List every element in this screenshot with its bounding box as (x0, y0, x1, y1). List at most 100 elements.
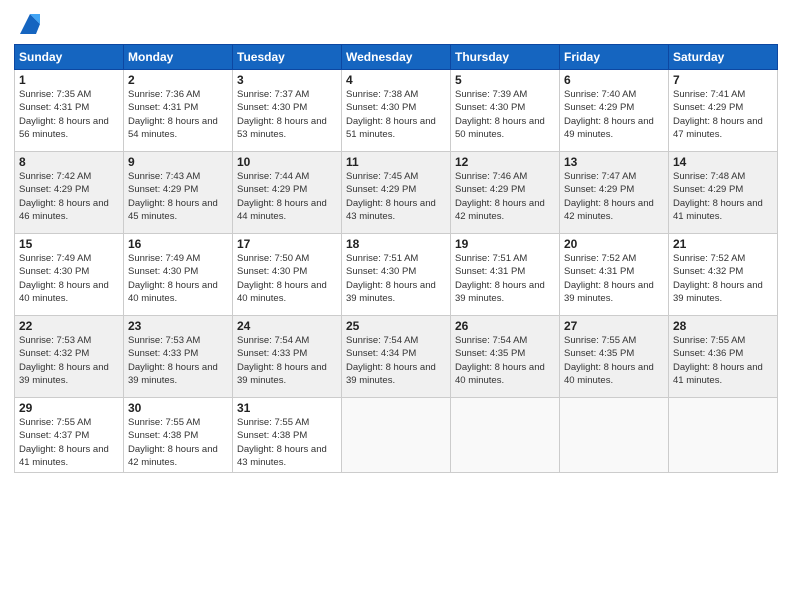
calendar-cell (560, 398, 669, 473)
sunset-label: Sunset: 4:31 PM (564, 266, 634, 277)
sunset-label: Sunset: 4:31 PM (455, 266, 525, 277)
day-info: Sunrise: 7:55 AM Sunset: 4:38 PM Dayligh… (128, 416, 228, 469)
calendar-cell: 17 Sunrise: 7:50 AM Sunset: 4:30 PM Dayl… (233, 234, 342, 316)
daylight-label: Daylight: 8 hours and 49 minutes. (564, 116, 654, 140)
sunrise-label: Sunrise: 7:45 AM (346, 171, 418, 182)
day-info: Sunrise: 7:37 AM Sunset: 4:30 PM Dayligh… (237, 88, 337, 141)
day-info: Sunrise: 7:35 AM Sunset: 4:31 PM Dayligh… (19, 88, 119, 141)
calendar-cell: 11 Sunrise: 7:45 AM Sunset: 4:29 PM Dayl… (342, 152, 451, 234)
day-info: Sunrise: 7:53 AM Sunset: 4:33 PM Dayligh… (128, 334, 228, 387)
daylight-label: Daylight: 8 hours and 53 minutes. (237, 116, 327, 140)
sunset-label: Sunset: 4:30 PM (346, 266, 416, 277)
sunrise-label: Sunrise: 7:55 AM (128, 417, 200, 428)
sunrise-label: Sunrise: 7:52 AM (564, 253, 636, 264)
calendar-cell: 16 Sunrise: 7:49 AM Sunset: 4:30 PM Dayl… (124, 234, 233, 316)
calendar-cell: 13 Sunrise: 7:47 AM Sunset: 4:29 PM Dayl… (560, 152, 669, 234)
calendar-cell: 22 Sunrise: 7:53 AM Sunset: 4:32 PM Dayl… (15, 316, 124, 398)
sunrise-label: Sunrise: 7:51 AM (455, 253, 527, 264)
day-info: Sunrise: 7:44 AM Sunset: 4:29 PM Dayligh… (237, 170, 337, 223)
sunrise-label: Sunrise: 7:41 AM (673, 89, 745, 100)
weekday-header: Monday (124, 45, 233, 70)
sunset-label: Sunset: 4:29 PM (564, 102, 634, 113)
day-info: Sunrise: 7:41 AM Sunset: 4:29 PM Dayligh… (673, 88, 773, 141)
sunset-label: Sunset: 4:29 PM (673, 184, 743, 195)
daylight-label: Daylight: 8 hours and 40 minutes. (19, 280, 109, 304)
calendar-cell: 5 Sunrise: 7:39 AM Sunset: 4:30 PM Dayli… (451, 70, 560, 152)
day-info: Sunrise: 7:43 AM Sunset: 4:29 PM Dayligh… (128, 170, 228, 223)
day-info: Sunrise: 7:51 AM Sunset: 4:30 PM Dayligh… (346, 252, 446, 305)
sunset-label: Sunset: 4:37 PM (19, 430, 89, 441)
daylight-label: Daylight: 8 hours and 43 minutes. (237, 444, 327, 468)
page: SundayMondayTuesdayWednesdayThursdayFrid… (0, 0, 792, 612)
day-info: Sunrise: 7:55 AM Sunset: 4:37 PM Dayligh… (19, 416, 119, 469)
calendar-header-row: SundayMondayTuesdayWednesdayThursdayFrid… (15, 45, 778, 70)
daylight-label: Daylight: 8 hours and 44 minutes. (237, 198, 327, 222)
sunrise-label: Sunrise: 7:42 AM (19, 171, 91, 182)
calendar-cell: 15 Sunrise: 7:49 AM Sunset: 4:30 PM Dayl… (15, 234, 124, 316)
sunset-label: Sunset: 4:38 PM (128, 430, 198, 441)
day-number: 19 (455, 237, 555, 251)
day-info: Sunrise: 7:38 AM Sunset: 4:30 PM Dayligh… (346, 88, 446, 141)
day-info: Sunrise: 7:51 AM Sunset: 4:31 PM Dayligh… (455, 252, 555, 305)
calendar-cell: 10 Sunrise: 7:44 AM Sunset: 4:29 PM Dayl… (233, 152, 342, 234)
sunrise-label: Sunrise: 7:49 AM (19, 253, 91, 264)
calendar-cell: 26 Sunrise: 7:54 AM Sunset: 4:35 PM Dayl… (451, 316, 560, 398)
sunrise-label: Sunrise: 7:36 AM (128, 89, 200, 100)
sunrise-label: Sunrise: 7:55 AM (19, 417, 91, 428)
daylight-label: Daylight: 8 hours and 42 minutes. (564, 198, 654, 222)
sunset-label: Sunset: 4:33 PM (237, 348, 307, 359)
daylight-label: Daylight: 8 hours and 50 minutes. (455, 116, 545, 140)
day-info: Sunrise: 7:39 AM Sunset: 4:30 PM Dayligh… (455, 88, 555, 141)
weekday-header: Tuesday (233, 45, 342, 70)
calendar-cell: 3 Sunrise: 7:37 AM Sunset: 4:30 PM Dayli… (233, 70, 342, 152)
weekday-header: Friday (560, 45, 669, 70)
day-number: 25 (346, 319, 446, 333)
sunset-label: Sunset: 4:38 PM (237, 430, 307, 441)
daylight-label: Daylight: 8 hours and 56 minutes. (19, 116, 109, 140)
sunset-label: Sunset: 4:30 PM (346, 102, 416, 113)
sunset-label: Sunset: 4:32 PM (19, 348, 89, 359)
day-info: Sunrise: 7:40 AM Sunset: 4:29 PM Dayligh… (564, 88, 664, 141)
daylight-label: Daylight: 8 hours and 39 minutes. (346, 280, 436, 304)
calendar-cell (451, 398, 560, 473)
day-number: 2 (128, 73, 228, 87)
sunset-label: Sunset: 4:29 PM (346, 184, 416, 195)
sunset-label: Sunset: 4:29 PM (564, 184, 634, 195)
sunrise-label: Sunrise: 7:39 AM (455, 89, 527, 100)
calendar-week-row: 8 Sunrise: 7:42 AM Sunset: 4:29 PM Dayli… (15, 152, 778, 234)
sunrise-label: Sunrise: 7:35 AM (19, 89, 91, 100)
day-number: 12 (455, 155, 555, 169)
calendar-week-row: 1 Sunrise: 7:35 AM Sunset: 4:31 PM Dayli… (15, 70, 778, 152)
sunrise-label: Sunrise: 7:37 AM (237, 89, 309, 100)
calendar-cell: 12 Sunrise: 7:46 AM Sunset: 4:29 PM Dayl… (451, 152, 560, 234)
sunset-label: Sunset: 4:29 PM (19, 184, 89, 195)
sunrise-label: Sunrise: 7:55 AM (564, 335, 636, 346)
daylight-label: Daylight: 8 hours and 39 minutes. (237, 362, 327, 386)
weekday-header: Sunday (15, 45, 124, 70)
day-number: 11 (346, 155, 446, 169)
calendar-cell: 9 Sunrise: 7:43 AM Sunset: 4:29 PM Dayli… (124, 152, 233, 234)
sunset-label: Sunset: 4:35 PM (564, 348, 634, 359)
sunrise-label: Sunrise: 7:54 AM (237, 335, 309, 346)
calendar-cell: 21 Sunrise: 7:52 AM Sunset: 4:32 PM Dayl… (669, 234, 778, 316)
day-info: Sunrise: 7:49 AM Sunset: 4:30 PM Dayligh… (128, 252, 228, 305)
sunrise-label: Sunrise: 7:53 AM (128, 335, 200, 346)
sunset-label: Sunset: 4:29 PM (237, 184, 307, 195)
daylight-label: Daylight: 8 hours and 40 minutes. (564, 362, 654, 386)
daylight-label: Daylight: 8 hours and 54 minutes. (128, 116, 218, 140)
daylight-label: Daylight: 8 hours and 40 minutes. (237, 280, 327, 304)
logo-icon (16, 10, 44, 38)
day-number: 15 (19, 237, 119, 251)
day-number: 8 (19, 155, 119, 169)
day-number: 23 (128, 319, 228, 333)
calendar-cell: 29 Sunrise: 7:55 AM Sunset: 4:37 PM Dayl… (15, 398, 124, 473)
daylight-label: Daylight: 8 hours and 39 minutes. (128, 362, 218, 386)
calendar-cell: 6 Sunrise: 7:40 AM Sunset: 4:29 PM Dayli… (560, 70, 669, 152)
sunset-label: Sunset: 4:31 PM (128, 102, 198, 113)
day-info: Sunrise: 7:54 AM Sunset: 4:33 PM Dayligh… (237, 334, 337, 387)
sunset-label: Sunset: 4:29 PM (128, 184, 198, 195)
sunrise-label: Sunrise: 7:51 AM (346, 253, 418, 264)
day-number: 9 (128, 155, 228, 169)
sunset-label: Sunset: 4:34 PM (346, 348, 416, 359)
sunrise-label: Sunrise: 7:55 AM (237, 417, 309, 428)
